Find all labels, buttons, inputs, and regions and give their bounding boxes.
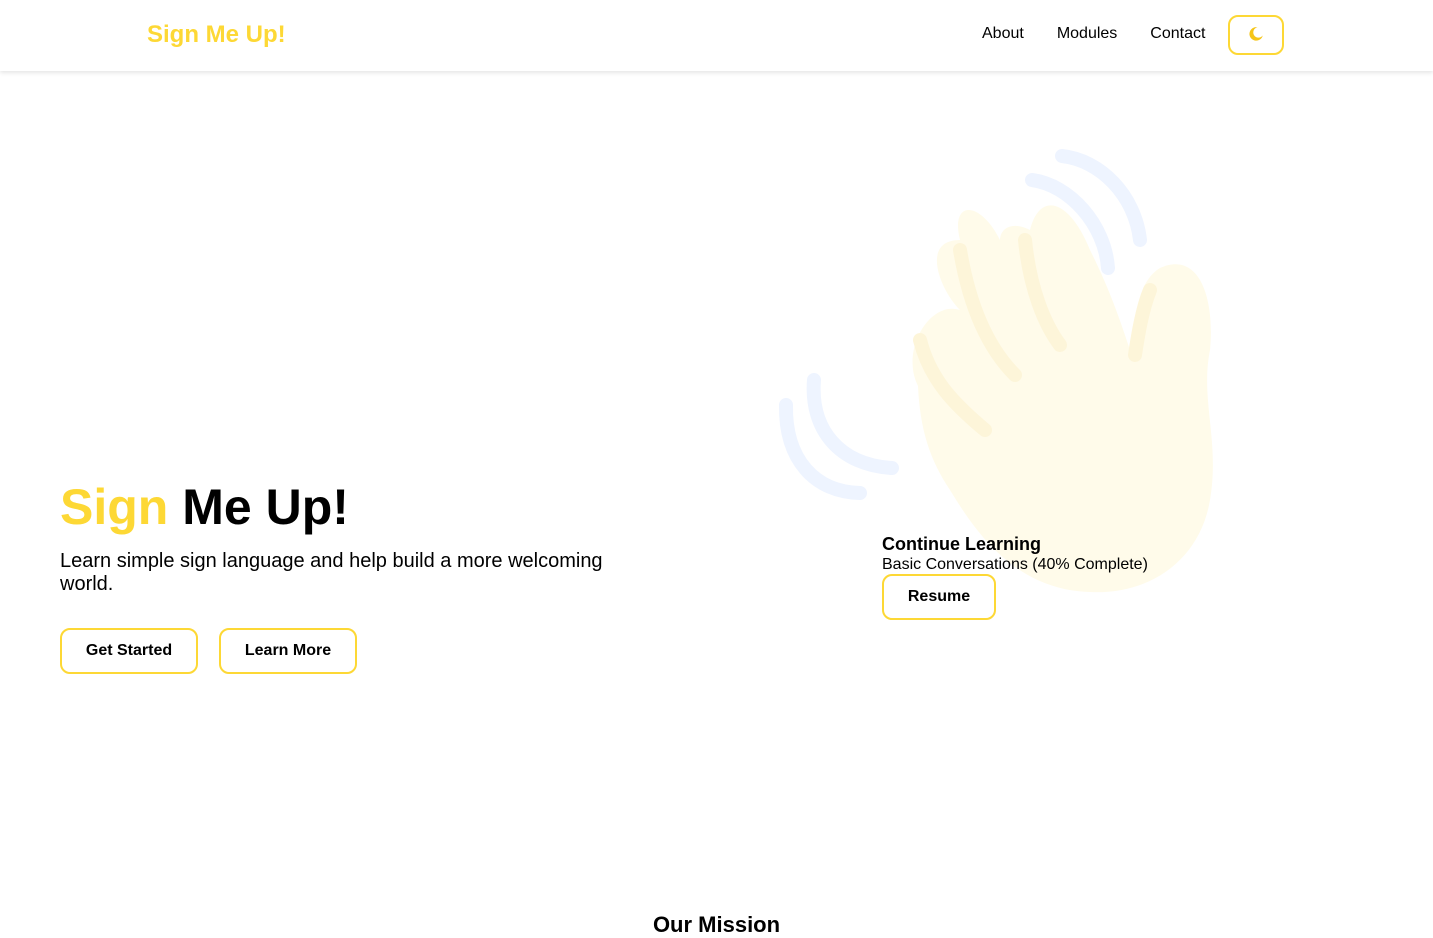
hero-title-rest: Me Up! (182, 479, 349, 535)
learn-more-button[interactable]: Learn More (219, 628, 357, 674)
moon-icon (1247, 25, 1265, 46)
mission-title: Our Mission (652, 912, 781, 937)
hero-title: Sign Me Up! (60, 478, 349, 536)
continue-learning-title: Continue Learning (882, 534, 1041, 554)
hero-title-accent: Sign (60, 479, 169, 535)
nav-link-contact[interactable]: Contact (1150, 24, 1205, 44)
theme-toggle-button[interactable] (1228, 15, 1284, 55)
resume-button[interactable]: Resume (882, 574, 996, 620)
brand-logo[interactable]: Sign Me Up! (147, 20, 286, 50)
hero-subtitle: Learn simple sign language and help buil… (60, 550, 603, 595)
continue-learning-course: Basic Conversations (40% Complete) (882, 556, 1148, 573)
nav-link-about[interactable]: About (982, 24, 1024, 44)
get-started-button[interactable]: Get Started (60, 628, 198, 674)
nav-link-modules[interactable]: Modules (1057, 24, 1117, 44)
navbar: Sign Me Up! About Modules Contact (0, 0, 1433, 71)
nav-links: About Modules Contact (982, 24, 1205, 44)
